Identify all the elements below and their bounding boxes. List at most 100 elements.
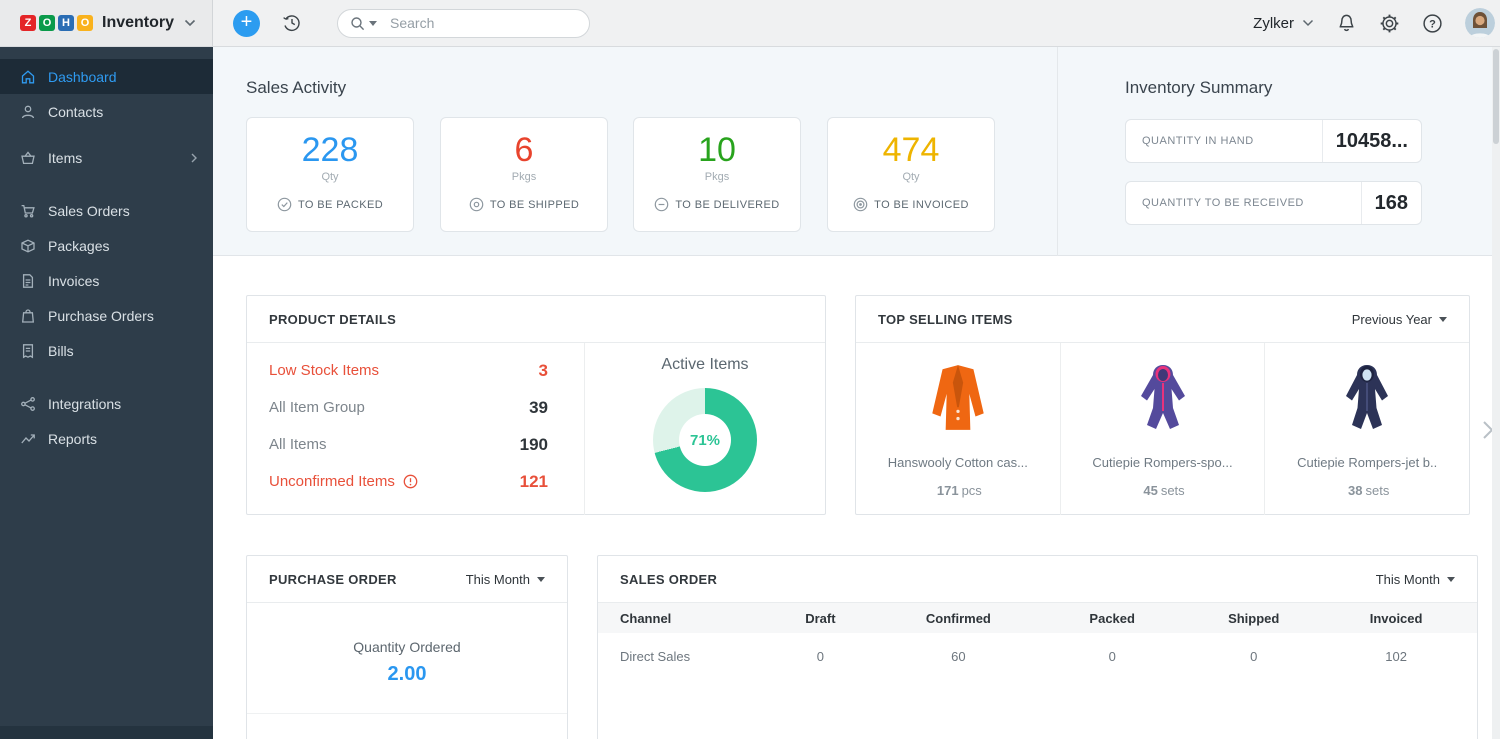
metric-label: TO BE SHIPPED <box>490 199 579 211</box>
warning-icon <box>403 474 418 489</box>
row-label[interactable]: Low Stock Items <box>269 362 379 379</box>
sidebar-item-items[interactable]: Items <box>0 140 213 175</box>
divider <box>247 713 567 714</box>
search-container <box>337 9 590 38</box>
scrollbar-thumb[interactable] <box>1493 49 1499 144</box>
top-selling-items-card: TOP SELLING ITEMS Previous Year Hanswool… <box>855 295 1470 515</box>
sidebar-item-reports[interactable]: Reports <box>0 421 213 456</box>
metric-label: TO BE INVOICED <box>874 199 969 211</box>
column-header: Invoiced <box>1315 611 1477 626</box>
metric-unit: Qty <box>828 171 994 183</box>
inventory-summary-row-to-be-received[interactable]: QUANTITY TO BE RECEIVED 168 <box>1125 181 1422 225</box>
sidebar-item-label: Reports <box>48 431 97 447</box>
product-image-romper-navy <box>1337 357 1397 439</box>
sidebar-item-packages[interactable]: Packages <box>0 228 213 263</box>
recent-history-icon[interactable] <box>281 12 303 34</box>
metric-label-row: TO BE INVOICED <box>828 197 994 212</box>
inventory-row-label: QUANTITY TO BE RECEIVED <box>1126 197 1361 209</box>
product-details-row-low-stock[interactable]: Low Stock Items 3 <box>269 352 548 389</box>
product-details-row-all-item-group[interactable]: All Item Group 39 <box>269 389 548 426</box>
settings-gear-icon[interactable] <box>1379 13 1400 34</box>
page-scrollbar[interactable] <box>1492 47 1500 739</box>
purchase-order-period-select[interactable]: This Month <box>466 572 545 587</box>
metric-label-row: TO BE PACKED <box>247 197 413 212</box>
sales-order-table-row: Direct Sales 0 60 0 0 102 <box>598 633 1477 679</box>
metric-value: 474 <box>828 131 994 170</box>
card-title: PURCHASE ORDER <box>269 572 397 587</box>
quick-create-button[interactable]: + <box>233 10 260 37</box>
product-details-card: PRODUCT DETAILS Low Stock Items 3 All It… <box>246 295 826 515</box>
period-value: This Month <box>466 572 530 587</box>
inventory-row-label: QUANTITY IN HAND <box>1126 135 1322 147</box>
card-title: PRODUCT DETAILS <box>269 312 396 327</box>
inventory-row-value: 168 <box>1361 182 1421 224</box>
active-items-chart-panel: Active Items 71% <box>584 343 825 515</box>
chevron-right-icon <box>191 153 197 163</box>
top-selling-item-1[interactable]: Hanswooly Cotton cas... 171pcs <box>856 343 1061 515</box>
dashboard-main: Sales Activity 228 Qty TO BE PACKED 6 Pk… <box>213 47 1500 739</box>
inventory-summary-row-in-hand[interactable]: QUANTITY IN HAND 10458... <box>1125 119 1422 163</box>
sidebar-item-bills[interactable]: Bills <box>0 333 213 368</box>
svg-text:?: ? <box>1429 18 1436 30</box>
sidebar-footer <box>0 726 213 739</box>
logo-letter-o1: O <box>39 15 55 31</box>
top-selling-period-select[interactable]: Previous Year <box>1352 312 1447 327</box>
active-items-donut: 71% <box>653 388 757 492</box>
row-label-with-warning[interactable]: Unconfirmed Items <box>269 473 418 490</box>
sales-activity-card-to-be-packed[interactable]: 228 Qty TO BE PACKED <box>246 117 414 232</box>
product-details-row-unconfirmed[interactable]: Unconfirmed Items 121 <box>269 463 548 500</box>
sidebar-item-integrations[interactable]: Integrations <box>0 386 213 421</box>
row-label[interactable]: All Items <box>269 436 327 453</box>
sidebar-item-label: Dashboard <box>48 69 117 85</box>
sales-activity-title: Sales Activity <box>246 78 346 98</box>
sidebar-item-sales-orders[interactable]: Sales Orders <box>0 193 213 228</box>
sales-activity-card-to-be-delivered[interactable]: 10 Pkgs TO BE DELIVERED <box>633 117 801 232</box>
metric-value: 10 <box>634 131 800 170</box>
top-selling-item-3[interactable]: Cutiepie Rompers-jet b.. 38sets <box>1265 343 1469 515</box>
top-selling-header: TOP SELLING ITEMS Previous Year <box>856 296 1469 343</box>
sidebar-item-dashboard[interactable]: Dashboard <box>0 59 213 94</box>
qty-unit: sets <box>1161 483 1185 498</box>
search-icon[interactable] <box>350 16 377 32</box>
product-qty: 171pcs <box>934 479 982 501</box>
chart-title: Active Items <box>585 356 825 374</box>
sidebar-item-label: Sales Orders <box>48 203 130 219</box>
user-avatar[interactable] <box>1465 8 1495 38</box>
sidebar-item-contacts[interactable]: Contacts <box>0 94 213 129</box>
metric-unit: Pkgs <box>441 171 607 183</box>
period-value: Previous Year <box>1352 312 1432 327</box>
sales-order-period-select[interactable]: This Month <box>1376 572 1455 587</box>
column-header: Channel <box>598 611 756 626</box>
sidebar-item-label: Contacts <box>48 104 103 120</box>
shopping-bag-icon <box>20 308 36 324</box>
card-title: SALES ORDER <box>620 572 717 587</box>
sidebar-item-purchase-orders[interactable]: Purchase Orders <box>0 298 213 333</box>
product-details-row-all-items[interactable]: All Items 190 <box>269 426 548 463</box>
row-label[interactable]: All Item Group <box>269 399 365 416</box>
logo-letter-h: H <box>58 15 74 31</box>
hero-divider <box>1057 47 1058 256</box>
metric-label-row: TO BE DELIVERED <box>634 197 800 212</box>
integrations-icon <box>20 396 36 412</box>
sales-order-card: SALES ORDER This Month Channel Draft Con… <box>597 555 1478 739</box>
qty-unit: sets <box>1365 483 1389 498</box>
person-icon <box>20 104 36 120</box>
table-cell-draft: 0 <box>756 649 884 664</box>
app-logo[interactable]: Z O H O Inventory <box>0 0 213 46</box>
metric-value: 6 <box>441 131 607 170</box>
notifications-bell-icon[interactable] <box>1336 13 1357 34</box>
product-name: Cutiepie Rompers-spo... <box>1092 455 1232 470</box>
sales-activity-card-to-be-shipped[interactable]: 6 Pkgs TO BE SHIPPED <box>440 117 608 232</box>
metric-unit: Qty <box>247 171 413 183</box>
org-switcher[interactable]: Zylker <box>1253 15 1314 32</box>
inventory-summary-title: Inventory Summary <box>1125 78 1272 98</box>
shipped-circle-icon <box>469 197 484 212</box>
top-bar-right: Zylker ? <box>1253 8 1495 38</box>
column-header: Draft <box>756 611 884 626</box>
top-selling-item-2[interactable]: Cutiepie Rompers-spo... 45sets <box>1061 343 1266 515</box>
search-scope-caret-icon[interactable] <box>369 21 377 26</box>
delivered-circle-icon <box>654 197 669 212</box>
sidebar-item-invoices[interactable]: Invoices <box>0 263 213 298</box>
sales-activity-card-to-be-invoiced[interactable]: 474 Qty TO BE INVOICED <box>827 117 995 232</box>
help-icon[interactable]: ? <box>1422 13 1443 34</box>
